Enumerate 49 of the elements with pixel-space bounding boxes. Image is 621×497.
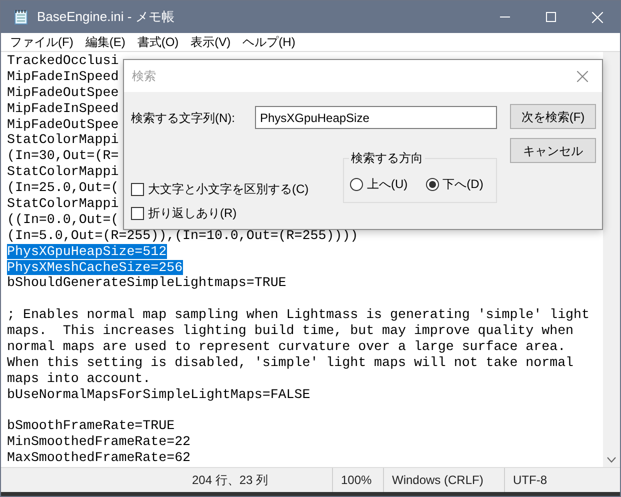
text-line: StatColorMappi — [7, 132, 119, 148]
text-line: MipFadeOutSpee — [7, 116, 119, 132]
menu-item[interactable]: 表示(V) — [186, 33, 236, 51]
text-line: (In=25.0,Out=( — [7, 180, 119, 196]
text-line: StatColorMappi — [7, 164, 119, 180]
scrollbar[interactable] — [603, 52, 620, 467]
group-label: 検索する方向 — [349, 149, 425, 167]
text-line: bUseNormalMapsForSimpleLightMaps=FALSE — [7, 386, 310, 402]
status-text: 204 行、23 列 — [191, 472, 270, 489]
checkbox-label[interactable]: 折り返しあり(R) — [148, 204, 237, 222]
search-field[interactable]: PhysXGpuHeapSize — [255, 106, 497, 129]
text-line: MipFadeInSpeed — [7, 68, 119, 84]
text-line: MipFadeInSpeed — [7, 100, 119, 116]
text-line: TrackedOcclusi — [7, 53, 119, 68]
radio-label[interactable]: 下へ(D) — [442, 175, 484, 193]
find-next-button[interactable]: 次を検索(F) — [510, 104, 596, 129]
text-line: StatColorMappi — [7, 196, 119, 212]
checkbox[interactable] — [131, 182, 144, 196]
menu-item[interactable]: 編集(E) — [80, 33, 130, 51]
dialog-title: 検索 — [132, 68, 156, 85]
notepad-icon — [13, 9, 29, 25]
text-line: ; Enables normal map sampling when Lightmass is generating 'simple' light — [7, 307, 590, 322]
radio-label[interactable]: 上へ(U) — [367, 175, 408, 193]
scroll-down-icon — [607, 457, 616, 463]
maximize-icon — [546, 12, 556, 22]
text-line: (In=30,Out=(R= — [7, 148, 119, 164]
text-line: normal maps are used to represent curvature over a large surface area. — [7, 339, 566, 354]
close-icon — [576, 70, 588, 82]
text-line: MipFadeOutSpee — [7, 84, 119, 100]
menu-item[interactable]: ファイル(F) — [5, 33, 78, 51]
field-label: 検索する文字列(N): — [131, 110, 235, 127]
text-line: maps into account. — [7, 370, 151, 386]
window-title: BaseEngine.ini - メモ帳 — [37, 8, 174, 26]
text-line: MaxSmoothedFrameRate=62 — [7, 450, 191, 466]
text-line: bShouldGenerateSimpleLightmaps=TRUE — [7, 275, 286, 290]
radio-button[interactable] — [426, 178, 439, 190]
menu-item[interactable]: ヘルプ(H) — [238, 33, 300, 51]
cancel-button[interactable]: キャンセル — [510, 138, 596, 163]
text-line: maps. This increases lighting build time, but may improve quality when — [7, 323, 574, 338]
text-line: MinSmoothedFrameRate=22 — [7, 434, 191, 450]
text-line: ((In=0.0,Out=( — [7, 212, 119, 227]
text-line: (In=5.0,Out=(R=255)),(In=10.0,Out=(R=255)))) — [7, 228, 358, 243]
checkbox[interactable] — [131, 206, 144, 220]
text-line: When this setting is disabled, 'simple' light maps will not take normal — [7, 354, 574, 370]
checkbox-label[interactable]: 大文字と小文字を区別する(C) — [148, 180, 309, 198]
text-line: bSmoothFrameRate=TRUE — [7, 418, 175, 434]
close-icon — [592, 12, 602, 22]
radio-button[interactable] — [350, 178, 363, 190]
menu-item[interactable]: 書式(O) — [132, 33, 184, 51]
